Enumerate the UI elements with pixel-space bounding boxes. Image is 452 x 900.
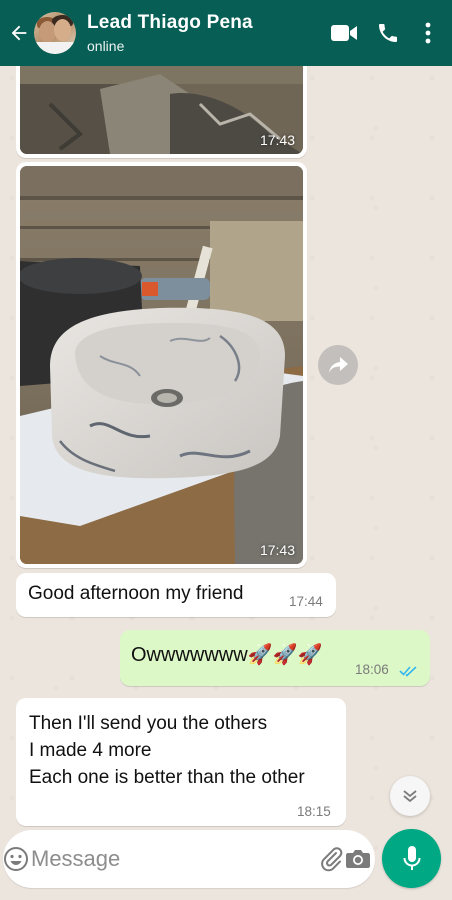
- message-line: Then I'll send you the others: [29, 713, 268, 734]
- message-line: Each one is better than the other: [29, 767, 305, 788]
- message-text: Then I'll send you the others I made 4 m…: [29, 710, 305, 791]
- message-time: 17:43: [259, 132, 295, 148]
- phone-icon: [379, 24, 397, 42]
- message-composer: [3, 830, 375, 888]
- contact-info[interactable]: Lead Thiago Pena online: [87, 12, 322, 55]
- attach-button[interactable]: [319, 830, 345, 888]
- contact-name: Lead Thiago Pena: [87, 11, 253, 33]
- message-input[interactable]: [29, 839, 319, 879]
- contact-status: online: [87, 37, 125, 54]
- paperclip-icon: [321, 847, 343, 872]
- text-message-outgoing[interactable]: Owwwwwww🚀🚀🚀 18:06: [120, 630, 430, 686]
- message-time: 17:44: [289, 594, 323, 609]
- emoji-icon: [4, 847, 28, 871]
- arrow-left-icon: [11, 25, 27, 41]
- camera-button[interactable]: [345, 830, 371, 888]
- camera-icon: [346, 850, 370, 868]
- message-time: 17:43: [259, 542, 295, 558]
- microphone-icon: [403, 845, 420, 870]
- chat-header: Lead Thiago Pena online: [0, 0, 452, 66]
- avatar[interactable]: [34, 12, 76, 54]
- more-vertical-icon: [425, 22, 431, 44]
- menu-button[interactable]: [410, 0, 446, 66]
- video-camera-icon: [331, 25, 357, 41]
- photo-image: [20, 166, 303, 564]
- message-text: Good afternoon my friend: [28, 583, 244, 604]
- message-line: I made 4 more: [29, 740, 152, 761]
- text-message[interactable]: Good afternoon my friend 17:44: [16, 573, 336, 617]
- scroll-down-button[interactable]: [390, 776, 430, 816]
- voice-call-button[interactable]: [366, 0, 410, 66]
- voice-message-button[interactable]: [382, 829, 441, 888]
- message-photo[interactable]: 17:43: [20, 166, 303, 564]
- back-button[interactable]: [0, 0, 34, 66]
- message-time: 18:06: [355, 662, 389, 677]
- emoji-button[interactable]: [3, 830, 29, 888]
- double-chevron-down-icon: [403, 790, 417, 803]
- video-call-button[interactable]: [322, 0, 366, 66]
- message-text: Owwwwwww🚀🚀🚀: [131, 644, 323, 666]
- read-ticks-icon: [399, 666, 417, 677]
- text-message[interactable]: Then I'll send you the others I made 4 m…: [16, 698, 346, 826]
- forward-icon: [329, 357, 348, 373]
- forward-button[interactable]: [318, 345, 358, 385]
- image-message[interactable]: 17:43: [16, 162, 307, 568]
- message-time: 18:15: [297, 804, 331, 819]
